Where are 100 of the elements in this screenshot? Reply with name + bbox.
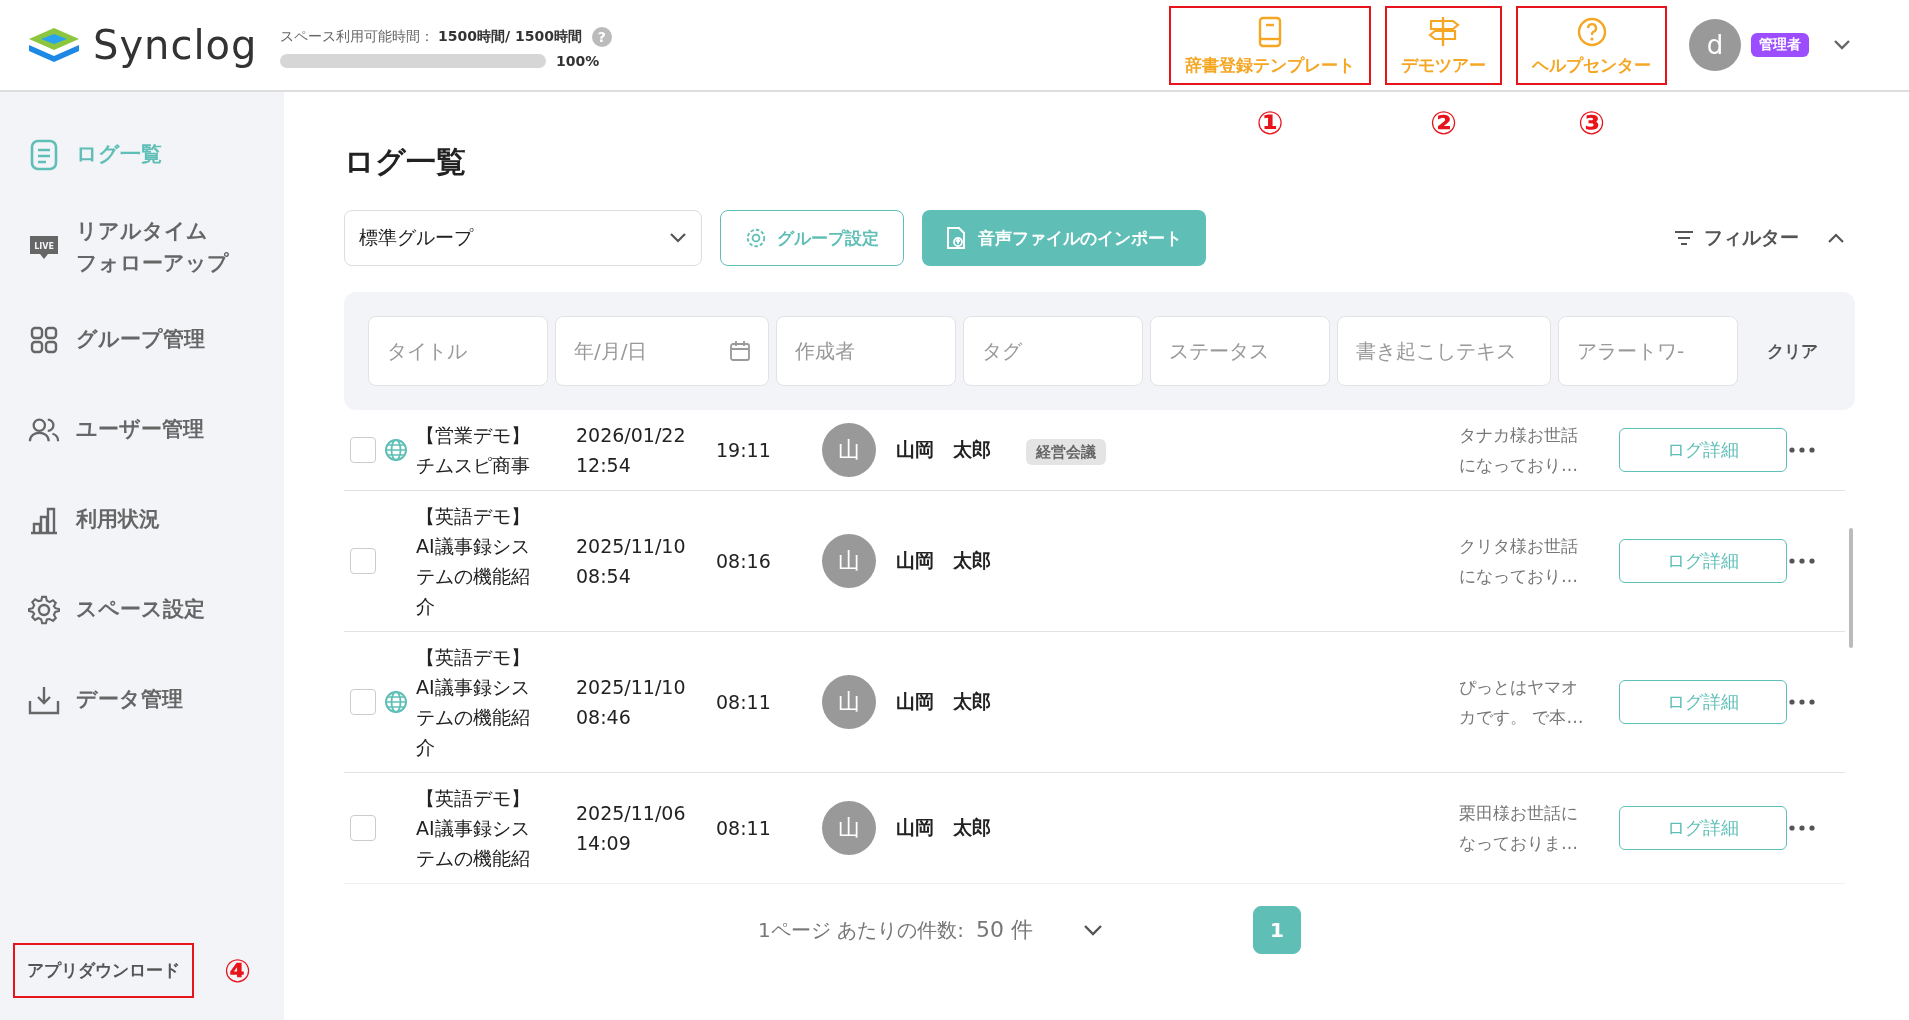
log-title: 【英語デモ】: [416, 786, 531, 811]
file-upload-icon: [946, 226, 966, 250]
page-button[interactable]: 1: [1252, 906, 1301, 954]
duration-text: 08:11: [716, 691, 772, 713]
log-title: チムスピ商事: [416, 453, 531, 478]
row-checkbox[interactable]: [350, 437, 376, 463]
more-icon[interactable]: [1789, 558, 1815, 564]
filter-field[interactable]: アラートワ-: [1558, 316, 1738, 386]
log-title: 【英語デモ】: [416, 645, 531, 670]
summary-text: 栗田様お世話に: [1459, 802, 1579, 825]
grid-icon: [28, 325, 60, 355]
filter-field[interactable]: 作成者: [776, 316, 956, 386]
date-text: 2025/11/10: [576, 534, 687, 559]
per-page-label: 1ページ あたりの件数:: [758, 916, 964, 944]
log-title: AI議事録シス: [416, 675, 531, 700]
row-checkbox[interactable]: [350, 815, 376, 841]
log-title: テムの機能紹: [416, 705, 531, 730]
callout-number: ②: [1429, 104, 1458, 142]
usage-label: スペース利用可能時間：: [280, 28, 434, 46]
logo-text: Synclog: [93, 22, 258, 68]
sidebar-item[interactable]: 利用状況: [0, 491, 284, 549]
callout-number: ①: [1256, 104, 1284, 142]
log-title: 【営業デモ】: [416, 423, 531, 448]
log-detail-button[interactable]: ログ詳細: [1619, 428, 1787, 472]
sidebar-item[interactable]: ユーザー管理: [0, 401, 284, 459]
summary-text: になっており…: [1459, 565, 1579, 588]
filter-field[interactable]: 年/月/日: [555, 316, 769, 386]
author-name: 山岡 太郎: [896, 548, 992, 573]
duration-text: 08:16: [716, 550, 772, 572]
callout-number: ④: [224, 951, 252, 990]
sidebar-item[interactable]: LIVE リアルタイム フォローアップ: [0, 216, 284, 279]
time-text: 12:54: [576, 453, 632, 478]
sidebar-item[interactable]: グループ管理: [0, 311, 284, 369]
duration-text: 19:11: [716, 439, 772, 461]
header-link[interactable]: デモツアー: [1387, 8, 1500, 83]
author-name: 山岡 太郎: [896, 437, 992, 462]
sidebar-item[interactable]: データ管理: [0, 671, 284, 729]
help-icon: [1575, 16, 1608, 48]
time-text: 08:46: [576, 705, 632, 730]
usage-percent: 100%: [556, 53, 600, 69]
filter-field[interactable]: ステータス: [1150, 316, 1330, 386]
callout-number: ③: [1577, 104, 1606, 142]
log-title: AI議事録シス: [416, 816, 531, 841]
log-title: AI議事録シス: [416, 534, 531, 559]
more-icon[interactable]: [1789, 825, 1815, 831]
author-avatar: 山: [822, 675, 876, 729]
date-text: 2026/01/22: [576, 423, 687, 448]
log-title: テムの機能紹: [416, 846, 531, 871]
filter-field[interactable]: タイトル: [368, 316, 548, 386]
author-avatar: 山: [822, 801, 876, 855]
filter-icon: [1674, 230, 1694, 246]
users-icon: [28, 416, 60, 444]
time-text: 08:54: [576, 564, 632, 589]
row-checkbox[interactable]: [350, 548, 376, 574]
summary-text: になっており…: [1459, 454, 1579, 477]
author-avatar: 山: [822, 423, 876, 477]
date-text: 2025/11/06: [576, 801, 687, 826]
log-title: 【英語デモ】: [416, 504, 531, 529]
summary-text: ぴっとはヤマオ: [1459, 676, 1579, 699]
bar-chart-icon: [28, 505, 60, 535]
row-checkbox[interactable]: [350, 689, 376, 715]
app-download-link[interactable]: アプリダウンロード: [27, 960, 180, 980]
help-icon[interactable]: ?: [591, 27, 612, 47]
more-icon[interactable]: [1789, 699, 1815, 705]
clear-button[interactable]: クリア: [1761, 338, 1824, 364]
author-name: 山岡 太郎: [896, 689, 992, 714]
chevron-up-icon: [1827, 232, 1845, 244]
filter-field[interactable]: タグ: [963, 316, 1143, 386]
group-select[interactable]: 標準グループ: [344, 210, 702, 266]
log-title: 介: [416, 594, 436, 619]
chevron-down-icon[interactable]: [1833, 39, 1851, 51]
usage-value: 1500時間/ 1500時間: [438, 28, 582, 46]
role-badge: 管理者: [1751, 33, 1809, 57]
tag-chip: 経営会議: [1026, 438, 1106, 465]
per-page-select[interactable]: 50 件: [975, 915, 1103, 945]
log-title: 介: [416, 735, 436, 760]
import-button[interactable]: 音声ファイルのインポート: [922, 210, 1206, 266]
more-icon[interactable]: [1789, 447, 1815, 453]
filter-toggle[interactable]: フィルター: [1668, 224, 1851, 252]
summary-text: クリタ様お世話: [1459, 535, 1579, 558]
log-detail-button[interactable]: ログ詳細: [1619, 806, 1787, 850]
time-text: 14:09: [576, 831, 632, 856]
duration-text: 08:11: [716, 817, 772, 839]
document-icon: [28, 139, 60, 171]
calendar-icon: [729, 340, 751, 362]
author-avatar: 山: [822, 534, 876, 588]
book-icon: [1257, 16, 1283, 48]
log-detail-button[interactable]: ログ詳細: [1619, 539, 1787, 583]
header-link[interactable]: 辞書登録テンプレート: [1171, 8, 1369, 83]
group-settings-button[interactable]: グループ設定: [720, 210, 904, 266]
page-title: ログ一覧: [344, 143, 467, 181]
user-avatar[interactable]: d: [1689, 19, 1741, 71]
log-title: テムの機能紹: [416, 564, 531, 589]
header-link[interactable]: ヘルプセンター: [1518, 8, 1665, 83]
filter-field[interactable]: 書き起こしテキス: [1337, 316, 1551, 386]
summary-text: なっておりま…: [1459, 832, 1579, 855]
log-detail-button[interactable]: ログ詳細: [1619, 680, 1787, 724]
sidebar-item[interactable]: ログ一覧: [0, 126, 284, 184]
date-text: 2025/11/10: [576, 675, 687, 700]
sidebar-item[interactable]: スペース設定: [0, 581, 284, 639]
